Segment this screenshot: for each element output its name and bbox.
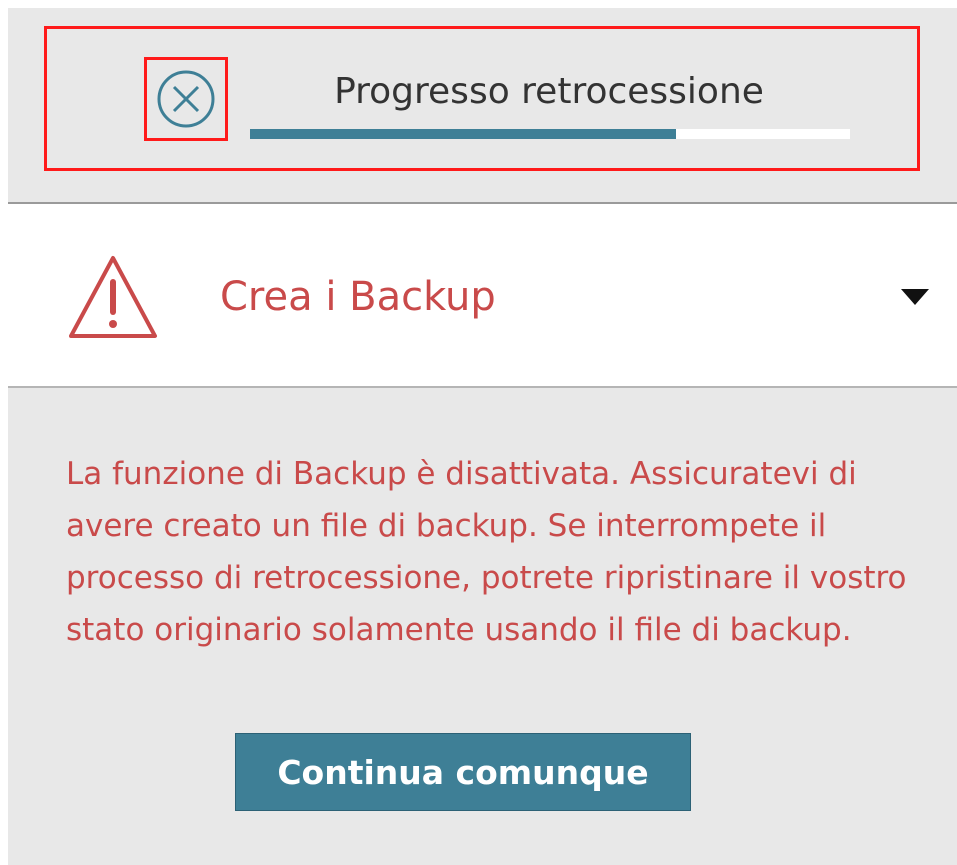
progress-title: Progresso retrocessione [334,71,764,112]
backup-section-title: Crea i Backup [220,274,496,320]
progress-bar-fill [250,129,676,139]
backup-warning-message: La funzione di Backup è disattivata. Ass… [66,456,907,648]
continue-anyway-button[interactable]: Continua comunque [235,733,691,811]
downgrade-panel: Progresso retrocessione Crea i Backup La… [8,8,957,865]
divider [8,386,957,388]
triangle-down-icon[interactable] [900,287,930,307]
cancel-button[interactable] [144,57,228,141]
progress-bar [250,129,850,139]
warning-triangle-icon [69,256,157,338]
progress-header: Progresso retrocessione [8,8,957,202]
circle-x-icon [157,70,215,128]
backup-section-header[interactable]: Crea i Backup [8,204,957,386]
